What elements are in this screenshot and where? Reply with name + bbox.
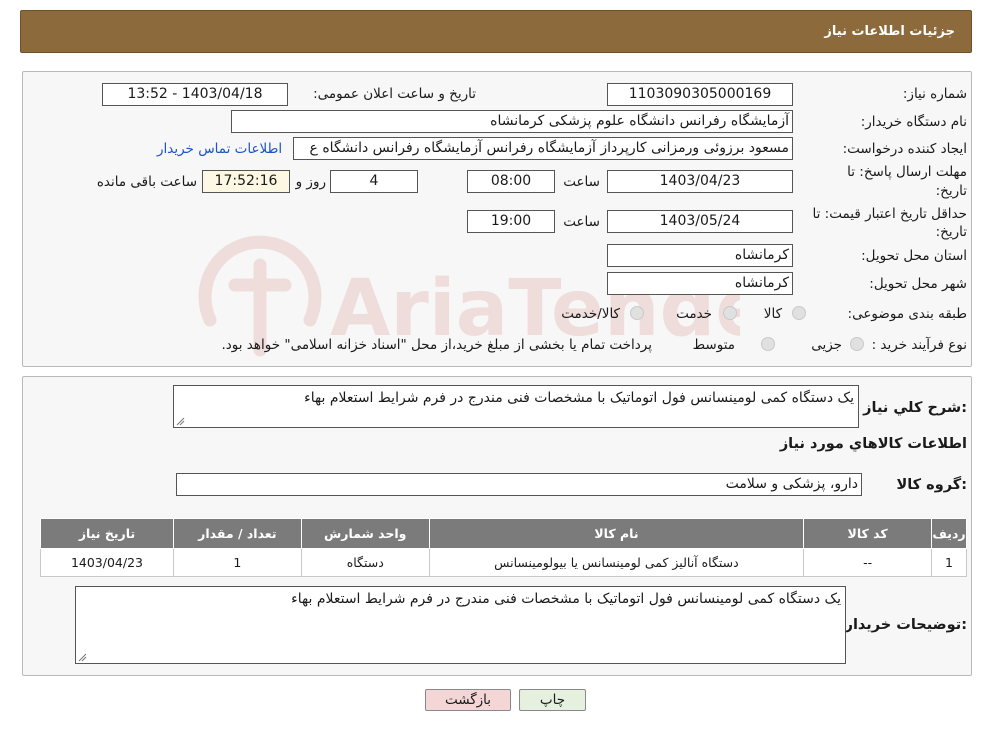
category-goods-label: کالا bbox=[763, 306, 782, 322]
validity-hour-label: ساعت bbox=[563, 214, 600, 230]
col-quantity: تعداد / مقدار bbox=[172, 518, 302, 549]
col-item-code: کد کالا bbox=[803, 518, 933, 549]
creator-label: ایجاد کننده درخواست: bbox=[842, 141, 967, 157]
process-note: پرداخت تمام یا بخشی از مبلغ خرید،از محل … bbox=[221, 337, 652, 353]
need-number-field: 1103090305000169 bbox=[607, 83, 793, 106]
days-label: روز و bbox=[295, 174, 326, 190]
validity-time-field: 19:00 bbox=[467, 210, 555, 233]
days-remaining-field: 4 bbox=[330, 170, 418, 193]
category-goods-radio[interactable] bbox=[792, 306, 806, 320]
process-minor-label: جزیی bbox=[811, 337, 842, 353]
goods-group-field: دارو، پزشکی و سلامت bbox=[176, 473, 862, 496]
deadline-label: مهلت ارسال پاسخ: تا bbox=[847, 164, 967, 180]
deadline-date-field: 1403/04/23 bbox=[607, 170, 793, 193]
process-minor-radio[interactable] bbox=[850, 337, 864, 351]
announce-field: 1403/04/18 - 13:52 bbox=[102, 83, 288, 106]
cell-quantity: 1 bbox=[172, 548, 302, 577]
validity-label: حداقل تاریخ اعتبار قیمت: تا bbox=[812, 206, 967, 222]
deadline-label-date: تاریخ: bbox=[935, 183, 967, 199]
buyer-org-field: آزمایشگاه رفرانس دانشگاه علوم پزشکی کرما… bbox=[231, 110, 793, 133]
page-header: جزئیات اطلاعات نیاز bbox=[20, 10, 972, 53]
col-need-date: تاریخ نیاز bbox=[40, 518, 174, 549]
buyer-contact-link[interactable]: اطلاعات تماس خریدار bbox=[157, 141, 282, 157]
page-title: جزئیات اطلاعات نیاز bbox=[824, 24, 955, 39]
remaining-label: ساعت باقی مانده bbox=[96, 174, 197, 190]
process-label: نوع فرآیند خرید : bbox=[871, 337, 967, 353]
buyer-notes-text: یک دستگاه کمی لومینسانس فول اتوماتیک با … bbox=[291, 591, 841, 607]
summary-text: یک دستگاه کمی لومینسانس فول اتوماتیک با … bbox=[304, 390, 854, 406]
announce-label: تاریخ و ساعت اعلان عمومی: bbox=[313, 86, 476, 102]
validity-date-field: 1403/05/24 bbox=[607, 210, 793, 233]
print-button[interactable]: چاپ bbox=[519, 689, 586, 711]
goods-section-title: اطلاعات کالاهاي مورد نياز bbox=[779, 436, 967, 452]
col-unit: واحد شمارش bbox=[300, 518, 430, 549]
category-both-radio[interactable] bbox=[630, 306, 644, 320]
goods-table-header: ردیف کد کالا نام کالا واحد شمارش تعداد /… bbox=[40, 518, 967, 549]
cell-row-no: 1 bbox=[931, 548, 967, 577]
goods-group-label: گروه کالا: bbox=[896, 477, 967, 493]
city-field: کرمانشاه bbox=[607, 272, 793, 295]
category-label: طبقه بندی موضوعی: bbox=[847, 306, 967, 322]
category-service-label: خدمت bbox=[676, 306, 712, 322]
category-both-label: کالا/خدمت bbox=[561, 306, 620, 322]
validity-label-date: تاریخ: bbox=[935, 224, 967, 240]
need-number-label: شماره نیاز: bbox=[902, 86, 967, 102]
cell-unit: دستگاه bbox=[300, 548, 430, 577]
creator-field: مسعود برزوئی ورمزانی کارپرداز آزمایشگاه … bbox=[293, 137, 793, 160]
col-row-no: ردیف bbox=[931, 518, 967, 549]
summary-textarea[interactable]: یک دستگاه کمی لومینسانس فول اتوماتیک با … bbox=[173, 385, 859, 428]
province-label: استان محل تحویل: bbox=[861, 248, 967, 264]
category-service-radio[interactable] bbox=[723, 306, 737, 320]
deadline-hour-label: ساعت bbox=[563, 174, 600, 190]
buyer-org-label: نام دستگاه خریدار: bbox=[860, 114, 967, 130]
deadline-time-field: 08:00 bbox=[467, 170, 555, 193]
cell-need-date: 1403/04/23 bbox=[40, 548, 174, 577]
back-button[interactable]: بازگشت bbox=[425, 689, 511, 711]
summary-label: شرح کلي نياز: bbox=[863, 400, 967, 416]
process-medium-radio[interactable] bbox=[761, 337, 775, 351]
province-field: کرمانشاه bbox=[607, 244, 793, 267]
col-item-name: نام کالا bbox=[428, 518, 805, 549]
table-row: 1 -- دستگاه آنالیز کمی لومینسانس یا بیول… bbox=[40, 548, 967, 577]
time-remaining-field: 17:52:16 bbox=[202, 170, 290, 193]
resize-grip-icon[interactable] bbox=[176, 417, 185, 426]
resize-grip-icon[interactable] bbox=[78, 653, 87, 662]
cell-item-code: -- bbox=[803, 548, 933, 577]
cell-item-name: دستگاه آنالیز کمی لومینسانس یا بیولومینس… bbox=[428, 548, 805, 577]
buyer-notes-label: توضیحات خریدار: bbox=[844, 617, 967, 633]
process-medium-label: متوسط bbox=[692, 337, 735, 353]
goods-table: ردیف کد کالا نام کالا واحد شمارش تعداد /… bbox=[40, 518, 967, 577]
buyer-notes-textarea[interactable]: یک دستگاه کمی لومینسانس فول اتوماتیک با … bbox=[75, 586, 846, 664]
city-label: شهر محل تحویل: bbox=[869, 276, 967, 292]
